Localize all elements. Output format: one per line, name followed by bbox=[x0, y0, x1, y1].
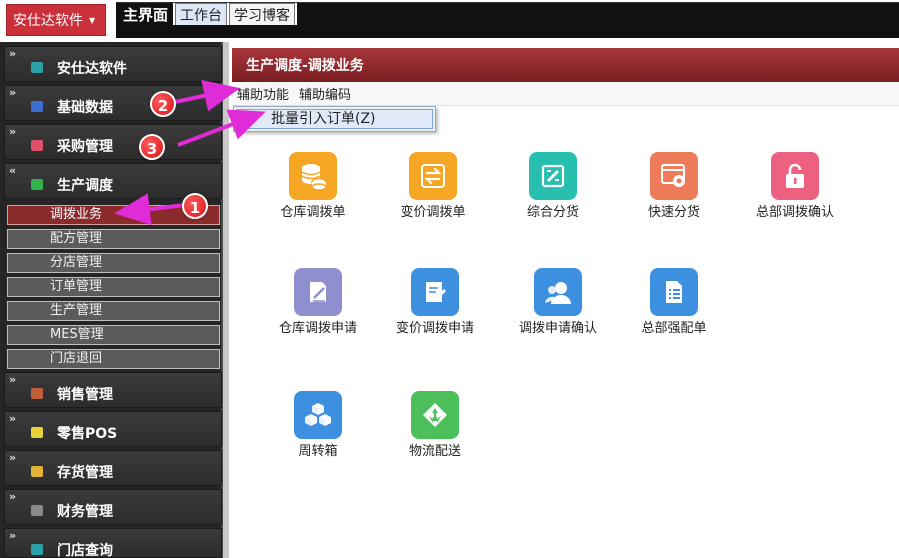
sidebar-item-formula[interactable]: 配方管理 bbox=[7, 229, 220, 249]
expand-icon: » bbox=[9, 125, 17, 138]
sidebar-group-purchase[interactable]: » 采购管理 bbox=[4, 124, 222, 160]
lock-icon bbox=[771, 152, 819, 200]
tile-label: 总部强配单 bbox=[641, 321, 707, 336]
sidebar-splitter[interactable] bbox=[221, 42, 229, 558]
tile-quick-distribution[interactable]: 快速分货 bbox=[612, 152, 732, 232]
tab-workbench[interactable]: 工作台 bbox=[175, 3, 228, 25]
coins-icon bbox=[289, 152, 337, 200]
database-icon bbox=[31, 101, 43, 112]
tile-transfer-request-confirm[interactable]: 调拨申请确认 bbox=[496, 268, 616, 348]
sidebar-group-store-query[interactable]: » 门店查询 bbox=[4, 528, 222, 558]
document-pen-icon bbox=[294, 268, 342, 316]
sidebar-group-label: 零售POS bbox=[57, 426, 118, 442]
sidebar-item-mes[interactable]: MES管理 bbox=[7, 325, 220, 345]
expand-icon: » bbox=[9, 451, 17, 464]
store-icon bbox=[31, 544, 43, 555]
menu-aux-functions[interactable]: 辅助功能 bbox=[237, 84, 289, 103]
form-pen-icon bbox=[411, 268, 459, 316]
annotation-badge-2: 2 bbox=[150, 91, 176, 117]
collapse-icon: « bbox=[9, 164, 17, 177]
pos-icon bbox=[31, 427, 43, 438]
tile-label: 物流配送 bbox=[408, 444, 461, 459]
sidebar-group-finance[interactable]: » 财务管理 bbox=[4, 489, 222, 525]
aux-functions-dropdown: 批量引入订单(Z) bbox=[233, 106, 436, 132]
sidebar-group-anshida[interactable]: » 安仕达软件 bbox=[4, 46, 222, 82]
menu-bar: 辅助功能 辅助编码 bbox=[232, 82, 899, 106]
factory-icon bbox=[31, 179, 43, 190]
sidebar-item-store-return[interactable]: 门店退回 bbox=[7, 349, 220, 369]
expand-icon: » bbox=[9, 373, 17, 386]
sidebar-item-branch[interactable]: 分店管理 bbox=[7, 253, 220, 273]
sidebar-group-label: 财务管理 bbox=[57, 504, 113, 520]
tile-hq-transfer-confirm[interactable]: 总部调拨确认 bbox=[733, 152, 853, 232]
menu-aux-coding[interactable]: 辅助编码 bbox=[299, 84, 351, 103]
sidebar-group-pos[interactable]: » 零售POS bbox=[4, 411, 222, 447]
tile-warehouse-transfer-request[interactable]: 仓库调拨申请 bbox=[256, 268, 376, 348]
tab-blog[interactable]: 学习博客 bbox=[229, 3, 296, 25]
cube-icon bbox=[31, 62, 43, 73]
sidebar-group-label: 销售管理 bbox=[57, 387, 113, 403]
gear-window-icon bbox=[650, 152, 698, 200]
expand-icon: » bbox=[9, 412, 17, 425]
top-bar: 安仕达软件 ▼ 主界面 工作台 学习博客 bbox=[0, 0, 899, 42]
sidebar-item-production[interactable]: 生产管理 bbox=[7, 301, 220, 321]
recycle-icon bbox=[411, 391, 459, 439]
tab-list: 主界面 工作台 学习博客 bbox=[118, 3, 298, 25]
finance-icon bbox=[31, 505, 43, 516]
sidebar-group-label: 门店查询 bbox=[57, 543, 113, 558]
sidebar-group-label: 生产调度 bbox=[57, 178, 113, 194]
menu-item-batch-import-orders[interactable]: 批量引入订单(Z) bbox=[236, 109, 433, 129]
sidebar-group-sales[interactable]: » 销售管理 bbox=[4, 372, 222, 408]
users-icon bbox=[534, 268, 582, 316]
app-menu-label: 安仕达软件 bbox=[13, 13, 83, 29]
annotation-badge-3: 3 bbox=[139, 134, 165, 160]
sidebar-group-label: 安仕达软件 bbox=[57, 61, 127, 77]
expand-icon: » bbox=[9, 490, 17, 503]
exchange-icon bbox=[409, 152, 457, 200]
annotation-badge-1: 1 bbox=[182, 193, 208, 219]
sidebar-item-orders[interactable]: 订单管理 bbox=[7, 277, 220, 297]
tile-price-change-request[interactable]: 变价调拨申请 bbox=[373, 268, 493, 348]
tile-price-change-transfer[interactable]: 变价调拨单 bbox=[371, 152, 491, 232]
sidebar-group-label: 基础数据 bbox=[57, 100, 113, 116]
tile-warehouse-transfer[interactable]: 仓库调拨单 bbox=[251, 152, 371, 232]
tab-main[interactable]: 主界面 bbox=[118, 3, 174, 25]
inventory-icon bbox=[31, 466, 43, 477]
sidebar-group-inventory[interactable]: » 存货管理 bbox=[4, 450, 222, 486]
chevron-down-icon: ▼ bbox=[89, 15, 96, 25]
tab-strip: 主界面 工作台 学习博客 bbox=[116, 2, 899, 38]
edit-board-icon bbox=[529, 152, 577, 200]
tile-turnover-box[interactable]: 周转箱 bbox=[256, 391, 376, 471]
tile-logistics-delivery[interactable]: 物流配送 bbox=[373, 391, 493, 471]
app-menu-button[interactable]: 安仕达软件 ▼ bbox=[6, 4, 106, 36]
sidebar-group-label: 采购管理 bbox=[57, 139, 113, 155]
boxes-icon bbox=[294, 391, 342, 439]
cart-icon bbox=[31, 140, 43, 151]
sidebar-group-label: 存货管理 bbox=[57, 465, 113, 481]
list-doc-icon bbox=[650, 268, 698, 316]
sales-icon bbox=[31, 388, 43, 399]
expand-icon: » bbox=[9, 529, 17, 542]
tile-label: 总部调拨确认 bbox=[755, 205, 834, 220]
tile-comprehensive-distribution[interactable]: 综合分货 bbox=[491, 152, 611, 232]
page-title: 生产调度-调拨业务 bbox=[232, 48, 899, 82]
app-window: 安仕达软件 ▼ 主界面 工作台 学习博客 » 安仕达软件 » 基础数据 » 采购… bbox=[0, 0, 899, 558]
expand-icon: » bbox=[9, 86, 17, 99]
tile-hq-forced-allocation[interactable]: 总部强配单 bbox=[612, 268, 732, 348]
sidebar-group-basic-data[interactable]: » 基础数据 bbox=[4, 85, 222, 121]
expand-icon: » bbox=[9, 47, 17, 60]
